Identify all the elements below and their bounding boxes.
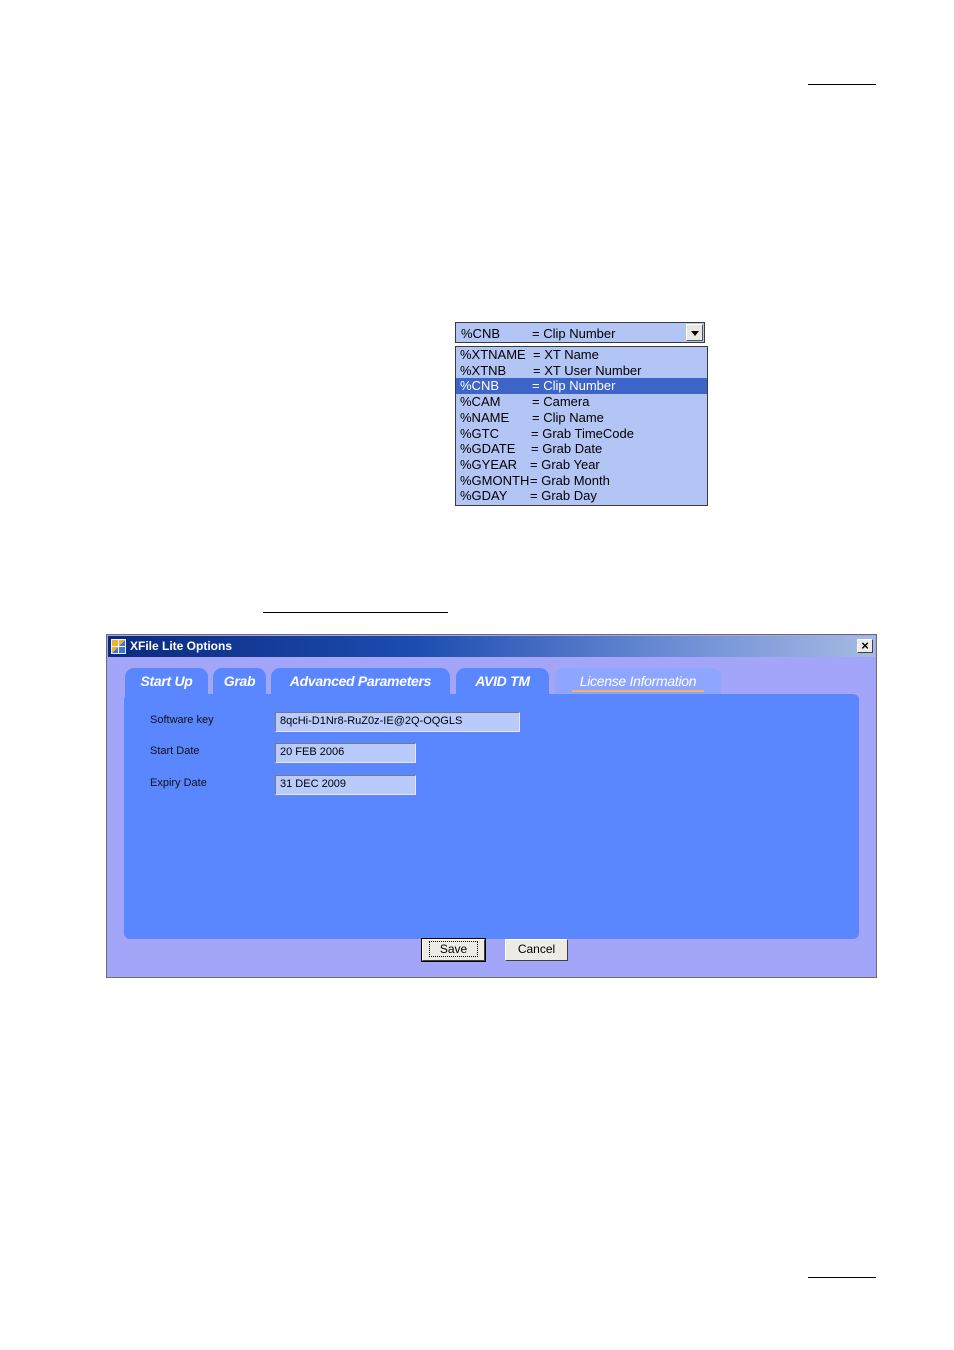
list-item-code: %GDATE [460,441,516,457]
software-key-label: Software key [150,714,214,726]
list-item-desc: = Grab Date [531,441,603,457]
dialog-title: XFile Lite Options [130,639,233,653]
close-button[interactable]: × [857,639,873,653]
list-item-name[interactable]: %NAME = Clip Name [456,410,707,426]
tab-avid-tm[interactable]: AVID TM [456,668,549,696]
list-item-code: %GMONTH [460,472,530,488]
list-item-code: %GDAY [460,488,508,504]
list-item-gtc[interactable]: %GTC = Grab TimeCode [456,426,707,442]
list-item-xtnb[interactable]: %XTNB = XT User Number [456,363,707,379]
dropdown-arrow-icon[interactable] [686,324,703,341]
list-item-cam[interactable]: %CAM = Camera [456,394,707,410]
tab-grab[interactable]: Grab [213,668,266,696]
list-item-cnb[interactable]: %CNB = Clip Number [456,378,707,395]
expiry-date-field[interactable]: 31 DEC 2009 [275,775,416,795]
list-item-gdate[interactable]: %GDATE = Grab Date [456,441,707,457]
options-dialog: XFile Lite Options × Start Up Grab Advan… [106,634,877,978]
list-item-gyear[interactable]: %GYEAR = Grab Year [456,457,707,473]
list-item-gmonth[interactable]: %GMONTH = Grab Month [456,473,707,489]
tab-start-up[interactable]: Start Up [125,668,208,696]
list-item-desc: = XT Name [533,347,599,362]
list-item-desc: = Clip Number [532,378,616,394]
tab-license-information[interactable]: License Information [555,668,721,696]
tab-label: License Information [571,672,705,692]
list-item-desc: = Camera [532,394,590,410]
tab-advanced-parameters[interactable]: Advanced Parameters [271,668,450,696]
combo-selected-desc: = Clip Number [532,326,616,341]
header-rule [808,84,876,85]
combo-selected-code: %CNB [461,326,501,341]
save-button[interactable]: Save [421,938,486,962]
list-item-xtname[interactable]: %XTNAME = XT Name [456,347,707,363]
list-item-code: %NAME [460,409,510,425]
list-item-code: %GYEAR [460,456,518,472]
list-item-desc: = Grab Month [530,472,610,488]
filename-code-combobox[interactable]: %CNB = Clip Number [455,322,705,343]
list-item-code: %CNB [460,378,500,394]
save-button-label: Save [428,941,479,957]
list-item-desc: = Grab TimeCode [531,425,634,441]
list-item-code: %XTNAME [460,347,526,362]
list-item-desc: = Clip Name [532,409,604,425]
list-item-code: %XTNB [460,362,507,378]
license-panel: Software key 8qcHi-D1Nr8-RuZ0z-IE@2Q-OQG… [124,694,859,939]
list-item-gday[interactable]: %GDAY = Grab Day [456,488,707,504]
list-item-desc: = Grab Year [530,456,600,472]
list-item-code: %CAM [460,394,501,410]
app-icon [111,639,126,654]
start-date-field[interactable]: 20 FEB 2006 [275,743,416,763]
list-item-desc: = Grab Day [530,488,597,504]
footer-rule [808,1277,876,1278]
section-underline [263,612,448,613]
cancel-button[interactable]: Cancel [505,939,568,961]
list-item-desc: = XT User Number [533,362,642,378]
software-key-field[interactable]: 8qcHi-D1Nr8-RuZ0z-IE@2Q-OQGLS [275,712,520,732]
start-date-label: Start Date [150,745,200,757]
expiry-date-label: Expiry Date [150,777,207,789]
list-item-code: %GTC [460,425,499,441]
title-bar[interactable]: XFile Lite Options × [108,636,875,657]
filename-code-list: %XTNAME = XT Name %XTNB = XT User Number… [455,346,708,506]
